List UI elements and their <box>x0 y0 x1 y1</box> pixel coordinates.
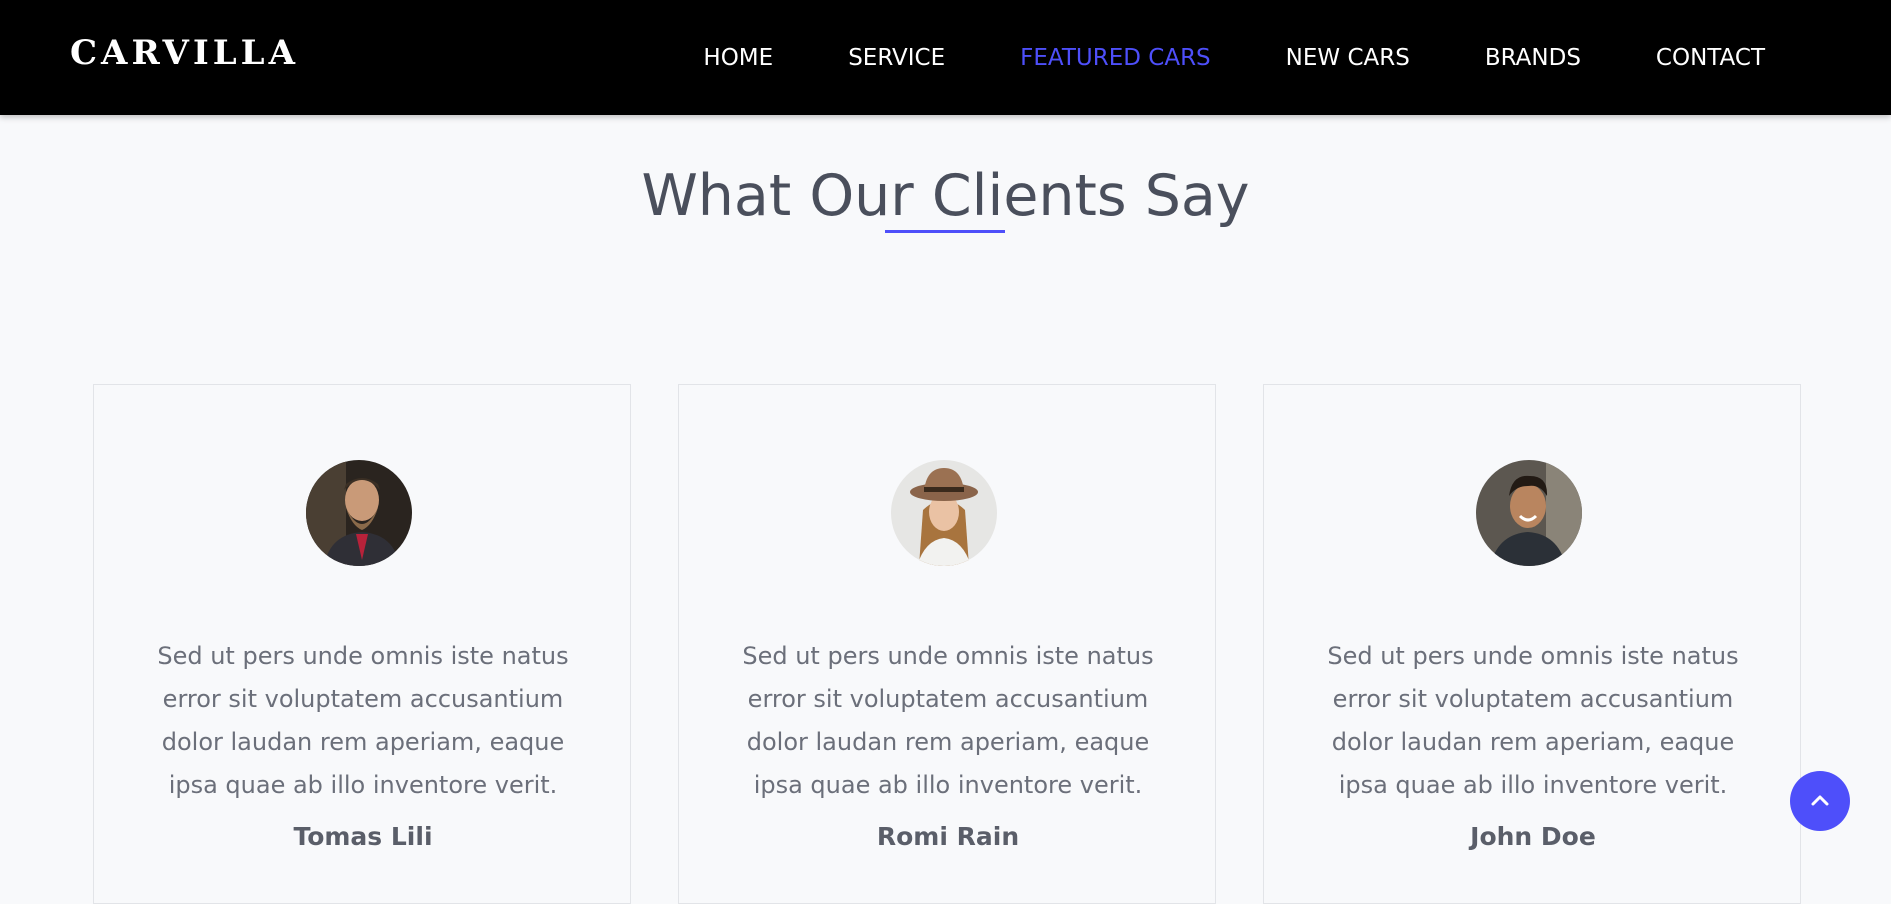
client-name: John Doe <box>1470 822 1596 851</box>
avatar <box>891 460 997 566</box>
nav-item-brands[interactable]: BRANDS <box>1485 45 1581 71</box>
avatar <box>1476 460 1582 566</box>
main-nav: HOME SERVICE FEATURED CARS NEW CARS BRAN… <box>628 0 1765 115</box>
back-to-top-button[interactable] <box>1790 771 1850 831</box>
avatar <box>306 460 412 566</box>
testimonial-card: Sed ut pers unde omnis iste natus error … <box>93 384 631 904</box>
chevron-up-icon <box>1811 795 1829 806</box>
testimonial-card: Sed ut pers unde omnis iste natus error … <box>678 384 1216 904</box>
title-underline <box>885 230 1005 233</box>
nav-item-home[interactable]: HOME <box>703 45 773 71</box>
testimonial-text: Sed ut pers unde omnis iste natus error … <box>157 642 569 799</box>
nav-item-service[interactable]: SERVICE <box>848 45 945 71</box>
top-navbar: CARVILLA HOME SERVICE FEATURED CARS NEW … <box>0 0 1891 115</box>
testimonial-text: Sed ut pers unde omnis iste natus error … <box>742 642 1154 799</box>
testimonial-text: Sed ut pers unde omnis iste natus error … <box>1327 642 1739 799</box>
testimonial-card: Sed ut pers unde omnis iste natus error … <box>1263 384 1801 904</box>
nav-item-contact[interactable]: CONTACT <box>1656 45 1765 71</box>
section-title: What Our Clients Say <box>641 163 1250 230</box>
logo[interactable]: CARVILLA <box>70 36 299 70</box>
nav-item-new-cars[interactable]: NEW CARS <box>1286 45 1410 71</box>
client-name: Tomas Lili <box>293 822 433 851</box>
nav-item-featured-cars[interactable]: FEATURED CARS <box>1020 45 1211 71</box>
client-name: Romi Rain <box>876 822 1020 851</box>
